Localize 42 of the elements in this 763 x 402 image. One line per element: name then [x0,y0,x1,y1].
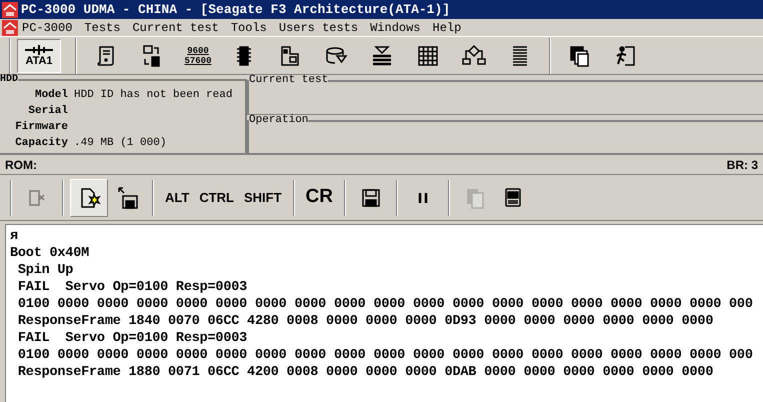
field-label: Capacity [14,136,68,151]
key-button[interactable]: ALT [160,178,194,216]
field-label: Firmware [14,120,68,135]
log-line: FAIL Servo Op=0100 Resp=0003 [16,279,248,296]
log-line: Boot 0x40M [10,245,90,262]
log-line: 0100 0000 0000 0000 0000 0000 0000 0000 0000 0000 0000 0000 0000 0000 0000 0000 0000 0000 000 [16,347,753,364]
log-line: Spin Up [16,262,74,279]
key-button[interactable]: CR [300,178,338,216]
log-line: я [10,228,18,245]
field-value: .49 MB (1 000) [74,136,168,151]
menu-item[interactable]: Tests [84,18,120,36]
page-star-button[interactable] [70,178,108,216]
key-button[interactable]: SHIFT [238,178,287,216]
operation-title: Operation [249,115,308,126]
log-line: ResponseFrame 1840 0070 06CC 4280 0008 0000 0000 0000 0D93 0000 0000 0000 0000 0000 0000 [16,313,714,330]
field-label: Model [34,88,68,103]
window-title: PC-3000 UDMA - CHINA - [Seagate F3 Architecture(ATA-1)] [21,0,450,19]
port-button[interactable]: ATA1 [17,38,61,72]
menu-item[interactable]: Current test [132,18,219,36]
menu-item[interactable]: PC-3000 [22,18,72,36]
menu-item[interactable]: Help [432,18,462,36]
connector-icon [24,44,54,56]
rom-label: ROM: [5,156,37,174]
layers-icon [370,44,394,68]
log-line: FAIL Servo Op=0100 Resp=0003 [16,330,248,347]
grid-icon [416,44,440,68]
log-line: 0100 0000 0000 0000 0000 0000 0000 0000 0000 0000 0000 0000 0000 0000 0000 0000 0000 0000 000 [16,296,753,313]
menu-item[interactable]: Windows [370,18,421,36]
current-test-title: Current test [249,75,328,86]
menu-item[interactable]: Users tests [278,18,358,36]
app-logo-icon [2,2,18,18]
baud-rate-label: BR: 3 [726,156,758,174]
baud-rate-button[interactable]: 9600 57600 [175,38,221,72]
hdd-group-title: HDD [0,75,18,85]
field-value: HDD ID has not been read [74,88,234,103]
menu-item[interactable]: Tools [230,18,267,36]
log-line: ResponseFrame 1880 0071 06CC 4200 0008 0000 0000 0000 0DAB 0000 0000 0000 0000 0000 0000 [16,364,714,381]
windows-icon [568,44,592,68]
field-label: Serial [27,104,68,119]
exit-icon [614,44,638,68]
key-button[interactable]: CTRL [194,178,239,216]
flowchart-icon [462,44,486,68]
